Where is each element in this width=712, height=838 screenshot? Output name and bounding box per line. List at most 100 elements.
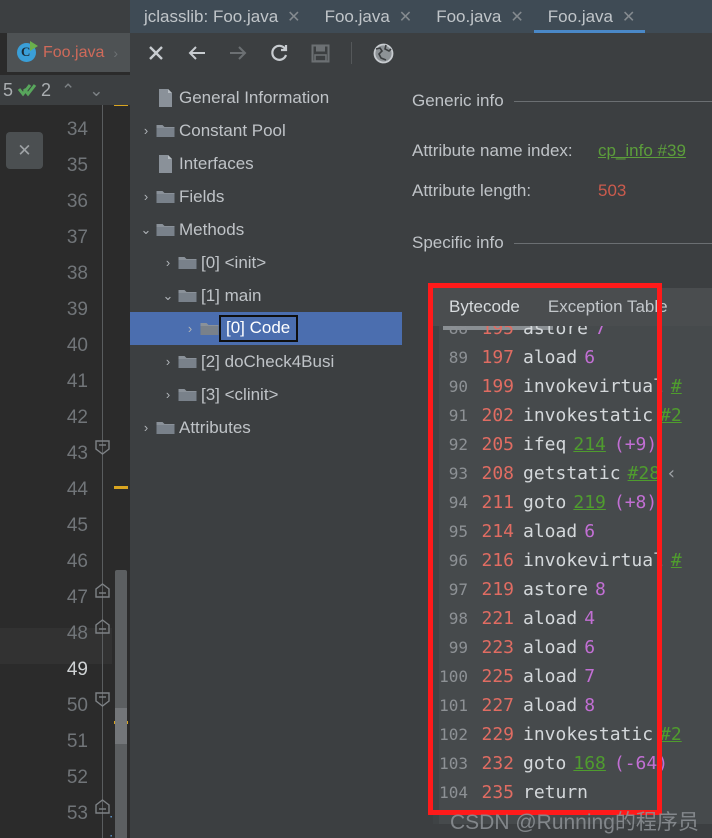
- bytecode-cp-ref[interactable]: #2: [660, 405, 682, 426]
- bytecode-row[interactable]: 94 211 goto 219 (+8): [433, 488, 712, 517]
- code-fold-marker[interactable]: [94, 692, 111, 707]
- warning-marker[interactable]: [114, 486, 128, 489]
- bytecode-row[interactable]: 89 197 aload 6: [433, 343, 712, 372]
- bytecode-subtab-bytecode[interactable]: Bytecode: [449, 297, 520, 317]
- editor-tab-2[interactable]: Foo.java ✕: [422, 0, 534, 33]
- jclasslib-toolbar: [130, 33, 712, 73]
- bytecode-jump-target[interactable]: 219: [573, 492, 606, 513]
- bytecode-cp-ref[interactable]: #28: [628, 463, 661, 484]
- gutter-line-number: 41: [66, 371, 88, 392]
- bytecode-listing[interactable]: 88 195 astore 7 89 197 aload 6 90 199 invokevirtua…: [433, 326, 712, 824]
- attribute-name-index-value[interactable]: cp_info #39: [598, 141, 686, 161]
- code-fold-marker[interactable]: [94, 583, 111, 598]
- code-fold-marker[interactable]: [94, 440, 111, 455]
- tree-item-constant-pool[interactable]: › Constant Pool: [130, 114, 402, 147]
- tree-item-0-init[interactable]: › [0] <init>: [130, 246, 402, 279]
- gutter-line-number: 38: [66, 263, 88, 284]
- bytecode-row[interactable]: 95 214 aload 6: [433, 517, 712, 546]
- chevron-right-icon[interactable]: ›: [138, 189, 154, 204]
- bytecode-row[interactable]: 96 216 invokevirtual #: [433, 546, 712, 575]
- back-arrow-icon[interactable]: [185, 41, 209, 65]
- tab-close-icon[interactable]: ✕: [622, 7, 635, 27]
- tree-item-1-main[interactable]: ⌄ [1] main: [130, 279, 402, 312]
- chevron-right-icon[interactable]: ›: [160, 255, 176, 270]
- tree-item-attributes[interactable]: › Attributes: [130, 411, 402, 444]
- code-fold-marker[interactable]: [94, 619, 111, 634]
- forward-arrow-icon[interactable]: [226, 41, 250, 65]
- browse-globe-icon[interactable]: [371, 41, 395, 65]
- tree-item-interfaces[interactable]: Interfaces: [130, 147, 402, 180]
- bytecode-row-index: 101: [439, 696, 468, 715]
- chevron-right-icon[interactable]: ›: [182, 321, 198, 336]
- bytecode-subtab-exception-table[interactable]: Exception Table: [548, 297, 668, 317]
- bytecode-row[interactable]: 92 205 ifeq 214 (+9): [433, 430, 712, 459]
- classfile-tree[interactable]: General Information › Constant Pool Interfa…: [130, 73, 402, 838]
- tab-close-icon[interactable]: ✕: [287, 7, 300, 27]
- file-icon: [154, 88, 176, 107]
- folder-icon: [154, 123, 176, 138]
- bytecode-row[interactable]: 90 199 invokevirtual #: [433, 372, 712, 401]
- bytecode-opcode: aload: [523, 521, 578, 542]
- tree-item-0-code[interactable]: › [0] Code: [130, 312, 402, 345]
- bytecode-opcode: return: [523, 782, 589, 803]
- chevron-right-icon[interactable]: ›: [160, 387, 176, 402]
- next-problem-icon[interactable]: ⌄: [89, 82, 103, 99]
- bytecode-row[interactable]: 101 227 aload 8: [433, 691, 712, 720]
- bytecode-row[interactable]: 97 219 astore 8: [433, 575, 712, 604]
- gutter-line-number: 46: [66, 551, 88, 572]
- editor-tab-3[interactable]: Foo.java ✕: [533, 0, 646, 33]
- chevron-right-icon[interactable]: ›: [138, 420, 154, 435]
- bytecode-offset: 229: [481, 724, 514, 745]
- bytecode-row-index: 98: [448, 609, 468, 628]
- code-fold-marker[interactable]: [94, 799, 111, 814]
- bytecode-row-index: 91: [448, 406, 468, 425]
- editor-tab-0[interactable]: jclasslib: Foo.java ✕: [130, 0, 311, 33]
- chevron-down-icon[interactable]: ⌄: [138, 222, 154, 238]
- bytecode-row[interactable]: 93 208 getstatic #28 ‹: [433, 459, 712, 488]
- editor-close-button[interactable]: ✕: [6, 132, 43, 169]
- inspection-widget[interactable]: 5 2 ⌃ ⌄: [0, 75, 130, 105]
- bytecode-jump-target[interactable]: 214: [573, 434, 606, 455]
- bytecode-cp-ref[interactable]: #: [671, 376, 682, 397]
- bytecode-row[interactable]: 104 235 return: [433, 778, 712, 807]
- tree-item-3-clinit[interactable]: › [3] <clinit>: [130, 378, 402, 411]
- scrollbar-thumb[interactable]: [115, 570, 127, 838]
- bytecode-row[interactable]: 100 225 aload 7: [433, 662, 712, 691]
- bytecode-cp-ref[interactable]: #2: [660, 724, 682, 745]
- editor-file-tab[interactable]: Foo.java ›: [7, 33, 130, 72]
- bytecode-row[interactable]: 103 232 goto 168 (-64): [433, 749, 712, 778]
- bytecode-jump-target[interactable]: 168: [573, 753, 606, 774]
- bytecode-row[interactable]: 88 195 astore 7: [433, 326, 712, 343]
- bytecode-row[interactable]: 102 229 invokestatic #2: [433, 720, 712, 749]
- save-icon[interactable]: [308, 41, 332, 65]
- tree-item-2-docheck4busi[interactable]: › [2] doCheck4Busi: [130, 345, 402, 378]
- bytecode-row-index: 97: [448, 580, 468, 599]
- bytecode-opcode: aload: [523, 347, 578, 368]
- tree-item-label: Methods: [179, 219, 245, 239]
- bytecode-row-index: 95: [448, 522, 468, 541]
- bytecode-offset: 223: [481, 637, 514, 658]
- tree-item-label: Fields: [179, 186, 225, 206]
- chevron-down-icon[interactable]: ⌄: [160, 288, 176, 304]
- folder-icon: [176, 387, 198, 402]
- bytecode-row[interactable]: 99 223 aload 6: [433, 633, 712, 662]
- bytecode-row[interactable]: 91 202 invokestatic #2: [433, 401, 712, 430]
- chevron-right-icon[interactable]: ›: [138, 123, 154, 138]
- tab-close-icon[interactable]: ✕: [399, 7, 412, 27]
- bytecode-row[interactable]: 98 221 aload 4: [433, 604, 712, 633]
- tree-item-general-information[interactable]: General Information: [130, 81, 402, 114]
- bytecode-row-index: 100: [439, 667, 468, 686]
- tree-item-fields[interactable]: › Fields: [130, 180, 402, 213]
- editor-marker-scrollbar[interactable]: [112, 80, 130, 838]
- bytecode-cp-ref[interactable]: #: [671, 550, 682, 571]
- editor-tab-1[interactable]: Foo.java ✕: [311, 0, 423, 33]
- chevron-right-icon[interactable]: ›: [160, 354, 176, 369]
- bytecode-local-index: 7: [595, 326, 606, 339]
- bytecode-row-index: 104: [439, 783, 468, 802]
- reload-icon[interactable]: [267, 41, 291, 65]
- tab-close-icon[interactable]: ✕: [510, 7, 523, 27]
- tree-item-methods[interactable]: ⌄ Methods: [130, 213, 402, 246]
- fold-guide-line: [102, 105, 103, 838]
- close-icon[interactable]: [144, 41, 168, 65]
- prev-problem-icon[interactable]: ⌃: [61, 82, 75, 99]
